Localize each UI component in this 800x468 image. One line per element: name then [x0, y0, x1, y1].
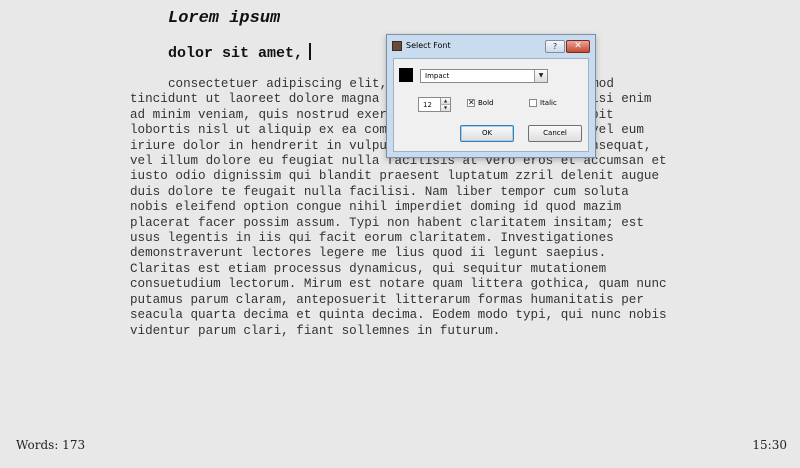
chevron-down-icon[interactable]: ▼ — [534, 70, 547, 82]
document-title: Lorem ipsum — [168, 9, 281, 28]
ok-button[interactable]: OK — [460, 125, 514, 142]
word-count: Words: 173 — [16, 438, 86, 452]
document-subtitle: dolor sit amet, — [168, 45, 304, 62]
cancel-button[interactable]: Cancel — [528, 125, 582, 142]
font-size-spinner[interactable]: 12 ▲ ▼ — [418, 97, 451, 112]
font-size-value: 12 — [423, 101, 432, 109]
bold-checkbox[interactable]: ✕ — [467, 99, 475, 107]
text-cursor — [309, 43, 312, 60]
font-family-value: Impact — [425, 72, 450, 80]
spin-up-arrow-icon[interactable]: ▲ — [440, 98, 450, 105]
font-color-swatch[interactable] — [399, 68, 413, 82]
bold-label[interactable]: Bold — [478, 99, 493, 107]
spin-down-arrow-icon[interactable]: ▼ — [440, 105, 450, 111]
clock: 15:30 — [752, 438, 787, 452]
document-subtitle-line[interactable]: dolor sit amet, — [168, 43, 312, 64]
app-icon — [392, 41, 402, 51]
italic-checkbox[interactable] — [529, 99, 537, 107]
close-button[interactable]: ✕ — [566, 40, 590, 53]
italic-label[interactable]: Italic — [540, 99, 557, 107]
dialog-title: Select Font — [406, 41, 451, 50]
help-button[interactable]: ? — [545, 40, 565, 53]
font-family-select[interactable]: Impact ▼ — [420, 69, 548, 83]
dialog-content: Impact ▼ 12 ▲ ▼ ✕ Bold Italic OK Cancel — [393, 58, 589, 152]
dialog-titlebar[interactable]: Select Font ? ✕ — [387, 35, 595, 57]
select-font-dialog: Select Font ? ✕ Impact ▼ 12 ▲ ▼ ✕ Bold I… — [386, 34, 596, 158]
